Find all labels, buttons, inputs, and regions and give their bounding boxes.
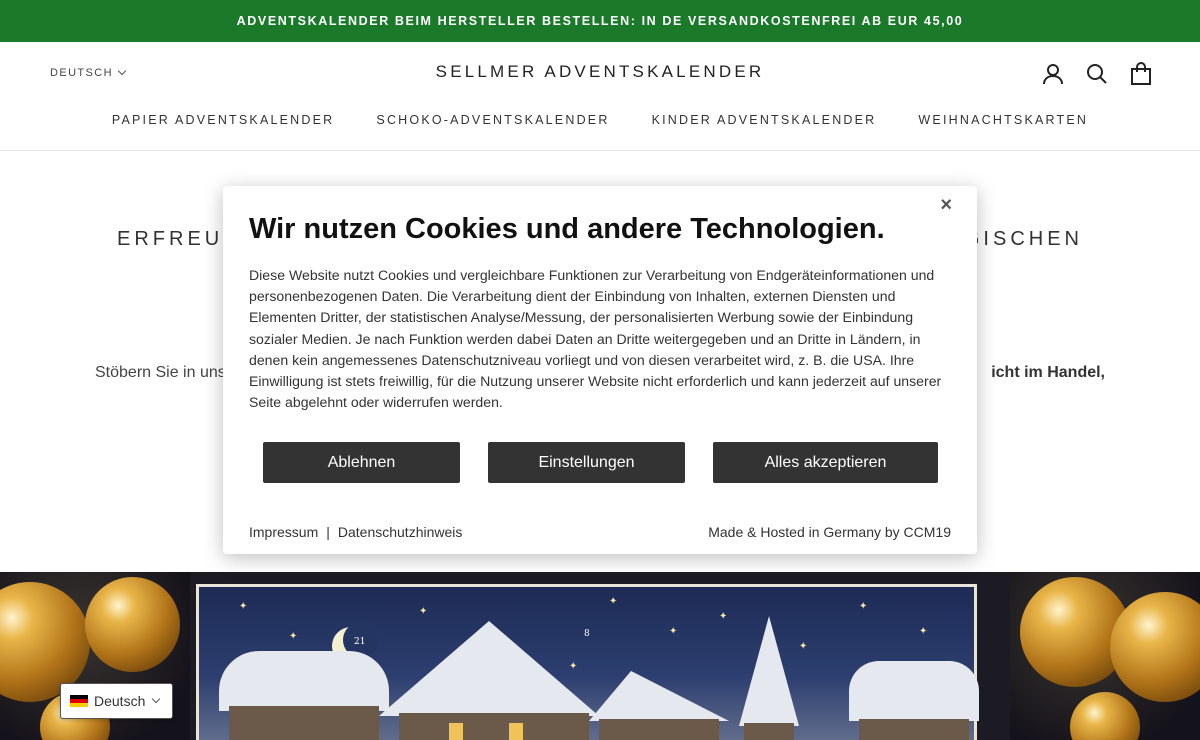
search-icon[interactable] <box>1086 63 1108 85</box>
site-logo[interactable]: SELLMER ADVENTSKALENDER <box>0 62 1200 82</box>
nav-item-kinder[interactable]: KINDER ADVENTSKALENDER <box>652 113 877 127</box>
heading-right-fragment: GISCHEN <box>963 228 1083 250</box>
main-nav: PAPIER ADVENTSKALENDER SCHOKO-ADVENTSKAL… <box>0 113 1200 127</box>
cookie-dialog-title: Wir nutzen Cookies und andere Technologi… <box>249 213 885 245</box>
announcement-bar: ADVENTSKALENDER BEIM HERSTELLER BESTELLE… <box>0 0 1200 42</box>
decline-button[interactable]: Ablehnen <box>263 442 460 483</box>
nav-item-weihnachtskarten[interactable]: WEIHNACHTSKARTEN <box>918 113 1088 127</box>
link-separator: | <box>326 524 330 540</box>
cookie-dialog-links: Impressum | Datenschutzhinweis <box>249 524 462 540</box>
accept-all-button[interactable]: Alles akzeptieren <box>713 442 938 483</box>
flag-stripe <box>70 703 88 707</box>
ornaments-right <box>1010 572 1200 740</box>
logo-text[interactable]: SELLMER ADVENTSKALENDER <box>436 62 765 81</box>
cookie-dialog-text: Diese Website nutzt Cookies und vergleic… <box>249 267 942 411</box>
advent-calendar-image: ✦ ✦ ✦ ✦ ✦ ✦ ✦ ✦ ✦ ✦ ✦ 21 8 1 16 18 <box>196 584 979 740</box>
background-text-right: icht im Handel, <box>991 364 1105 381</box>
language-widget-label: Deutsch <box>94 693 146 709</box>
cookie-consent-dialog: × Wir nutzen Cookies und andere Technolo… <box>223 186 977 554</box>
announcement-text: ADVENTSKALENDER BEIM HERSTELLER BESTELLE… <box>236 14 964 28</box>
privacy-link[interactable]: Datenschutzhinweis <box>338 524 463 540</box>
calendar-door-number: 21 <box>354 637 366 647</box>
hero-banner: ✦ ✦ ✦ ✦ ✦ ✦ ✦ ✦ ✦ ✦ ✦ 21 8 1 16 18 <box>0 572 1200 740</box>
background-text-left: Stöbern Sie in unse <box>95 364 235 381</box>
site-header: DEUTSCH SELLMER ADVENTSKALENDER PAPIER A… <box>0 42 1200 151</box>
cart-icon[interactable] <box>1130 62 1152 86</box>
imprint-link[interactable]: Impressum <box>249 524 318 540</box>
nav-item-schoko[interactable]: SCHOKO-ADVENTSKALENDER <box>376 113 609 127</box>
german-flag-icon <box>70 695 88 707</box>
language-widget[interactable]: Deutsch <box>60 683 173 719</box>
settings-button[interactable]: Einstellungen <box>488 442 685 483</box>
calendar-door-number: 8 <box>584 629 590 639</box>
close-icon[interactable]: × <box>940 194 952 217</box>
chevron-down-icon <box>152 694 161 704</box>
header-icons <box>1042 62 1152 86</box>
ccm19-credit: Made & Hosted in Germany by CCM19 <box>708 524 951 540</box>
nav-item-papier[interactable]: PAPIER ADVENTSKALENDER <box>112 113 335 127</box>
account-icon[interactable] <box>1042 63 1064 85</box>
